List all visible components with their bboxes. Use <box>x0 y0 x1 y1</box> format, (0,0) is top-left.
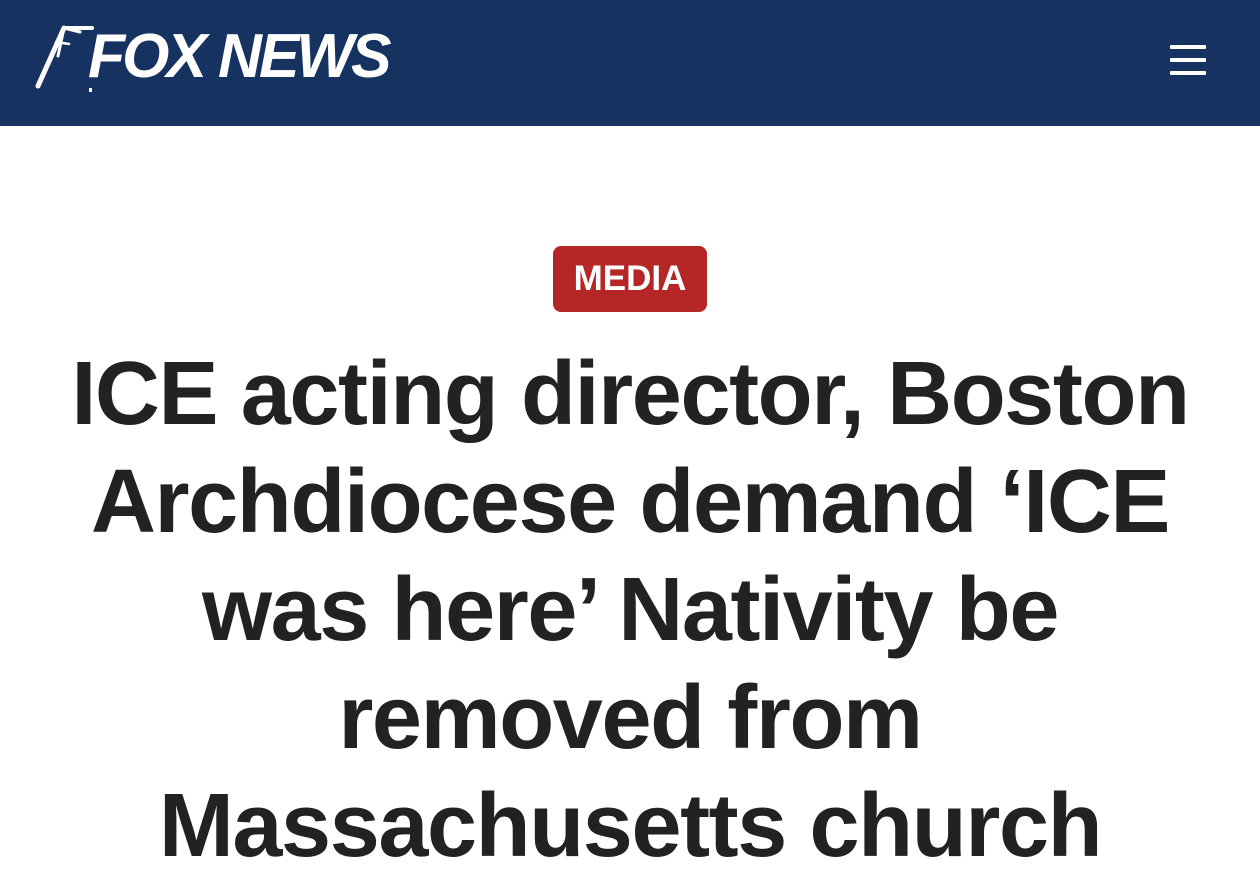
menu-line-top <box>1170 45 1206 49</box>
fox-news-search-light-icon <box>35 25 94 92</box>
category-badge[interactable]: MEDIA <box>553 246 707 312</box>
logo-wordmark: FOX NEWS <box>88 22 391 91</box>
hamburger-menu-icon[interactable] <box>1166 42 1210 78</box>
article-headline: ICE acting director, Boston Archdiocese … <box>71 344 1190 876</box>
site-header: FOX NEWS <box>0 0 1260 126</box>
menu-line-middle <box>1170 58 1206 62</box>
fox-news-logo[interactable]: FOX NEWS <box>34 22 395 92</box>
menu-line-bottom <box>1170 71 1206 75</box>
